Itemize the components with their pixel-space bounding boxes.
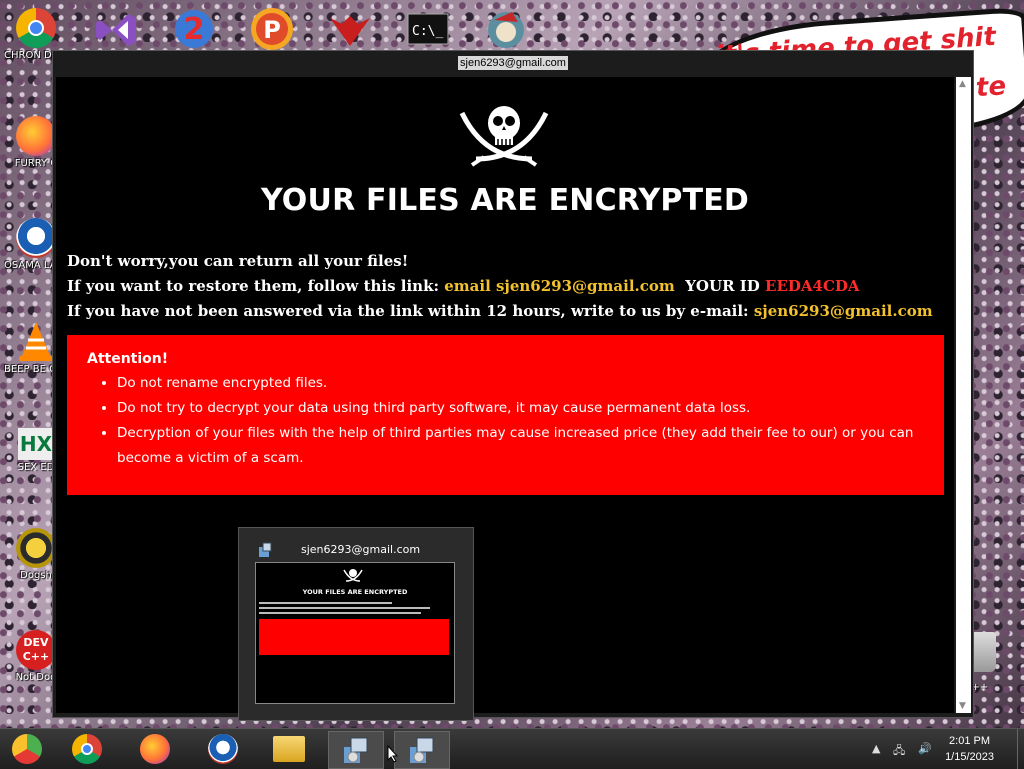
gold-swirl-icon: [16, 528, 56, 568]
skull-crossed-swords-icon: [459, 106, 549, 167]
thumbnail-headline: YOUR FILES ARE ENCRYPTED: [302, 588, 408, 596]
mouse-cursor-icon: [387, 745, 399, 763]
obama-logo-icon: [16, 218, 56, 258]
show-hidden-icons-chevron-icon[interactable]: ▲: [872, 742, 880, 755]
penguin-santa-icon[interactable]: [482, 6, 530, 52]
thumbnail-text-lines: [259, 599, 449, 617]
svg-text:2: 2: [184, 12, 205, 47]
attention-box: Attention! Do not rename encrypted files…: [67, 335, 944, 495]
svg-text:P: P: [263, 16, 281, 44]
message-line-1: Don't worry,you can return all your file…: [67, 252, 409, 270]
taskbar: ▲ 🖧 🔊 2:01 PM 1/15/2023: [0, 728, 1024, 769]
system-clock[interactable]: 2:01 PM 1/15/2023: [945, 733, 994, 765]
victim-id: EEDA4CDA: [765, 277, 860, 295]
preview-title: sjen6293@gmail.com: [301, 543, 421, 556]
scroll-down-arrow-icon[interactable]: ▼: [959, 701, 966, 711]
command-prompt-icon[interactable]: C:\_: [404, 6, 452, 52]
ransom-note-window[interactable]: sjen6293@gmail.com YOUR FILES ARE ENCRYP…: [52, 50, 974, 718]
number-two-game-icon[interactable]: 2: [170, 6, 218, 52]
ransom-message: Don't worry,you can return all your file…: [67, 249, 933, 324]
attention-item: Do not rename encrypted files.: [117, 371, 947, 396]
volume-icon[interactable]: 🔊: [918, 742, 932, 755]
fallback-email[interactable]: sjen6293@gmail.com: [754, 302, 933, 320]
message-line-3: If you have not been answered via the li…: [67, 299, 933, 324]
chrome-icon: [16, 8, 56, 48]
taskbar-thumbnail-preview[interactable]: sjen6293@gmail.com YOUR FILES ARE ENCRYP…: [238, 527, 474, 721]
network-icon[interactable]: 🖧: [893, 742, 905, 761]
p-logo-icon[interactable]: P: [248, 6, 296, 52]
id-label: YOUR ID: [685, 277, 760, 295]
thumbnail-attention-box: [259, 619, 449, 655]
taskbar-chrome-icon[interactable]: [60, 731, 114, 767]
visual-studio-icon[interactable]: [92, 6, 140, 52]
devcpp-icon: DEV C++: [16, 630, 56, 670]
setup-program-icon: [410, 737, 434, 763]
vertical-scrollbar[interactable]: ▲ ▼: [956, 77, 971, 713]
clock-date: 1/15/2023: [945, 751, 994, 763]
taskbar-firefox-icon[interactable]: [128, 731, 182, 767]
preview-thumbnail[interactable]: YOUR FILES ARE ENCRYPTED: [255, 562, 455, 704]
message-line-2: If you want to restore them, follow this…: [67, 274, 933, 299]
taskbar-app-chromium-icon[interactable]: [0, 731, 54, 767]
line3-prefix: If you have not been answered via the li…: [67, 302, 754, 320]
app-setup-icon: [259, 542, 272, 557]
vlc-cone-icon: [20, 322, 52, 361]
comic-text-tail: te: [974, 71, 1008, 104]
firefox-icon: [16, 116, 56, 156]
contact-email-link[interactable]: email sjen6293@gmail.com: [444, 277, 675, 295]
hx-icon: HX: [18, 428, 54, 460]
red-emblem-icon[interactable]: [326, 6, 374, 52]
setup-program-icon: [344, 737, 368, 763]
line2-prefix: If you want to restore them, follow this…: [67, 277, 445, 295]
attention-list: Do not rename encrypted files. Do not tr…: [97, 371, 947, 471]
attention-item: Do not try to decrypt your data using th…: [117, 396, 947, 421]
ransom-note-body: YOUR FILES ARE ENCRYPTED Don't worry,you…: [56, 77, 954, 713]
thumbnail-skull-icon: [343, 569, 363, 582]
attention-item: Decryption of your files with the help o…: [117, 421, 947, 471]
svg-text:C:\_: C:\_: [412, 24, 443, 39]
clock-time: 2:01 PM: [949, 735, 991, 747]
window-title-bar[interactable]: sjen6293@gmail.com: [53, 51, 973, 77]
scroll-up-arrow-icon[interactable]: ▲: [959, 79, 966, 89]
taskbar-ransom-app-button[interactable]: [328, 731, 384, 769]
attention-title: Attention!: [87, 351, 169, 367]
taskbar-file-explorer-icon[interactable]: [262, 731, 316, 767]
encrypted-headline: YOUR FILES ARE ENCRYPTED: [260, 183, 750, 218]
taskbar-obama-logo-icon[interactable]: [196, 731, 250, 767]
window-title: sjen6293@gmail.com: [458, 56, 568, 70]
show-desktop-button[interactable]: [1017, 729, 1024, 769]
taskbar-ransom-app-button-2[interactable]: [394, 731, 450, 769]
